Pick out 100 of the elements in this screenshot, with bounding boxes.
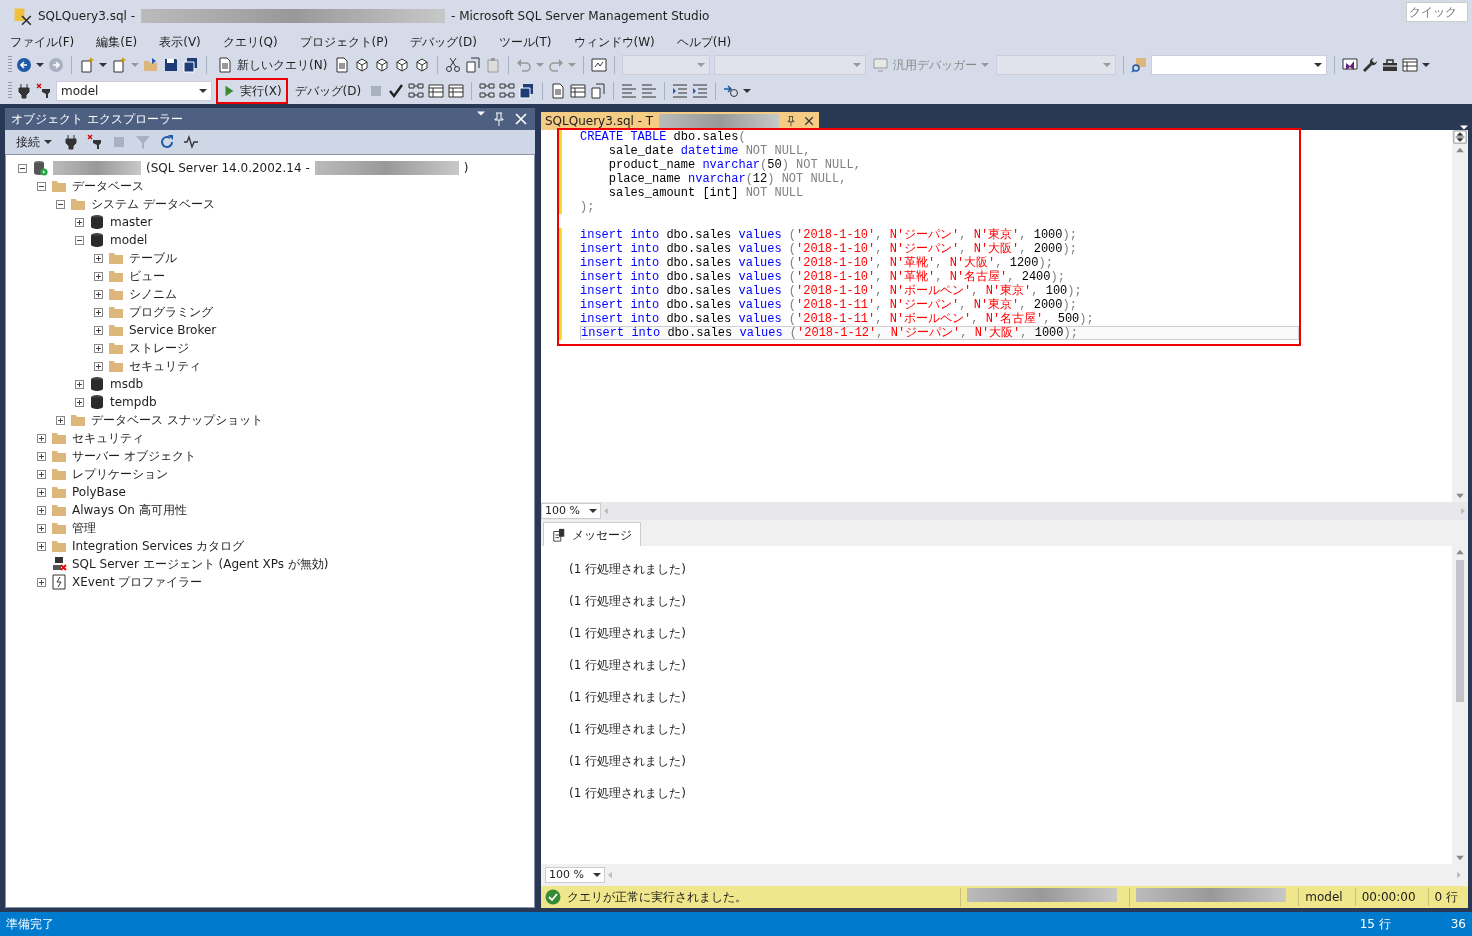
expand-toggle[interactable] [37, 577, 46, 587]
expand-toggle[interactable] [75, 397, 84, 407]
expand-toggle[interactable] [37, 433, 46, 443]
statistics-icon[interactable] [519, 83, 536, 99]
tree-item-label[interactable]: システム データベース [91, 195, 215, 213]
open-folder-icon[interactable] [143, 57, 159, 73]
window-icon[interactable] [591, 57, 608, 73]
expand-toggle[interactable] [94, 307, 103, 317]
tree-item-label[interactable]: ストレージ [129, 339, 189, 357]
query-plan-icon[interactable] [408, 83, 425, 99]
expand-toggle[interactable] [94, 325, 103, 335]
expand-toggle[interactable] [37, 505, 46, 515]
document-icon[interactable] [550, 83, 567, 99]
table-icon[interactable] [428, 83, 445, 99]
cube-icon[interactable] [354, 57, 371, 73]
tree-item-label[interactable]: セキュリティ [129, 357, 201, 375]
grid-icon[interactable] [570, 83, 587, 99]
expand-toggle[interactable] [37, 469, 46, 479]
tree-item-label[interactable]: プログラミング [129, 303, 213, 321]
outdent-icon[interactable] [672, 83, 689, 99]
document-tab[interactable]: SQLQuery3.sql - T [541, 112, 820, 130]
quick-launch-field[interactable]: クイック [1406, 2, 1468, 22]
plug-icon[interactable] [16, 83, 32, 99]
debug-button[interactable]: デバッグ(D) [291, 81, 365, 101]
cube-icon[interactable] [414, 57, 431, 73]
menu-item[interactable]: クエリ(Q) [216, 33, 284, 51]
add-item-icon[interactable] [111, 57, 127, 73]
comment-icon[interactable] [621, 83, 638, 99]
file-icon[interactable] [590, 83, 607, 99]
menu-item[interactable]: ヘルプ(H) [670, 33, 738, 51]
caret-icon[interactable] [1422, 63, 1431, 67]
expand-toggle[interactable] [75, 217, 84, 227]
window-icon[interactable] [1342, 57, 1359, 73]
query-plan-icon[interactable] [499, 83, 516, 99]
expand-toggle[interactable] [94, 343, 103, 353]
save-icon[interactable] [163, 57, 179, 73]
tree-item-label[interactable]: XEvent プロファイラー [72, 573, 203, 591]
tree-item-label[interactable]: Service Broker [129, 321, 217, 339]
collapse-toggle[interactable] [56, 199, 65, 209]
tree-item-label[interactable]: データベース [72, 177, 144, 195]
caret-icon[interactable] [99, 63, 107, 67]
disconnect-icon[interactable] [36, 83, 52, 99]
tree-item-label[interactable]: ビュー [129, 267, 165, 285]
caret-icon[interactable] [36, 63, 44, 67]
menu-item[interactable]: ウィンドウ(W) [567, 33, 661, 51]
expand-toggle[interactable] [37, 487, 46, 497]
new-project-icon[interactable] [79, 57, 95, 73]
settings-icon[interactable] [1362, 57, 1379, 73]
cube-icon[interactable] [394, 57, 411, 73]
expand-toggle[interactable] [94, 253, 103, 263]
connect-button[interactable]: 接続 [13, 132, 55, 152]
dropdown-icon[interactable] [477, 111, 485, 116]
uncomment-icon[interactable] [641, 83, 658, 99]
tree-item-label[interactable]: PolyBase [72, 483, 126, 501]
expand-toggle[interactable] [75, 379, 84, 389]
refresh-icon[interactable] [159, 134, 175, 150]
menu-item[interactable]: デバッグ(D) [404, 33, 483, 51]
tree-item-label[interactable]: データベース スナップショット [91, 411, 263, 429]
tree-item-label[interactable]: 管理 [72, 519, 96, 537]
zoom-dropdown[interactable]: 100 % [541, 503, 601, 519]
indent-icon[interactable] [692, 83, 709, 99]
menu-item[interactable]: 表示(V) [153, 33, 207, 51]
new-query-button[interactable]: 新しいクエリ(N) [214, 55, 331, 75]
messages-tab[interactable]: メッセージ [543, 522, 641, 546]
expand-toggle[interactable] [37, 451, 46, 461]
tree-item-label[interactable]: master [110, 213, 153, 231]
expand-toggle[interactable] [94, 289, 103, 299]
expand-toggle[interactable] [94, 271, 103, 281]
grid-icon[interactable] [448, 83, 465, 99]
copy-icon[interactable] [465, 57, 482, 73]
zoom-dropdown[interactable]: 100 % [545, 867, 605, 883]
parameters-icon[interactable] [723, 83, 740, 99]
tree-item-label[interactable]: ) [463, 159, 469, 177]
find-in-files-icon[interactable] [1131, 57, 1148, 73]
tree-item-label[interactable]: SQL Server エージェント (Agent XPs が無効) [72, 555, 329, 573]
pin-icon[interactable] [785, 115, 798, 127]
checkmark-icon[interactable] [388, 83, 405, 99]
activity-icon[interactable] [183, 134, 199, 150]
execute-button[interactable]: 実行(X) [219, 81, 285, 101]
tree-item-label[interactable]: model [110, 231, 148, 249]
pin-icon[interactable] [491, 111, 507, 127]
collapse-toggle[interactable] [18, 163, 27, 173]
close-icon[interactable] [803, 115, 816, 127]
tree-item-label[interactable]: tempdb [110, 393, 157, 411]
expand-toggle[interactable] [56, 415, 65, 425]
tree-item-label[interactable]: テーブル [129, 249, 177, 267]
expand-toggle[interactable] [94, 361, 103, 371]
toolbox-icon[interactable] [1382, 57, 1399, 73]
database-dropdown[interactable]: model [56, 81, 212, 101]
tree-item-label[interactable]: (SQL Server 14.0.2002.14 - [146, 159, 310, 177]
expand-toggle[interactable] [37, 523, 46, 533]
tree-item-label[interactable]: シノニム [129, 285, 177, 303]
collapse-toggle[interactable] [75, 235, 84, 245]
tree-item-label[interactable]: msdb [110, 375, 144, 393]
caret-icon[interactable] [743, 89, 752, 93]
save-all-icon[interactable] [183, 57, 199, 73]
plug-icon[interactable] [63, 134, 79, 150]
tree-item-label[interactable]: Always On 高可用性 [72, 501, 187, 519]
tree-item-label[interactable]: セキュリティ [72, 429, 144, 447]
collapse-toggle[interactable] [37, 181, 46, 191]
